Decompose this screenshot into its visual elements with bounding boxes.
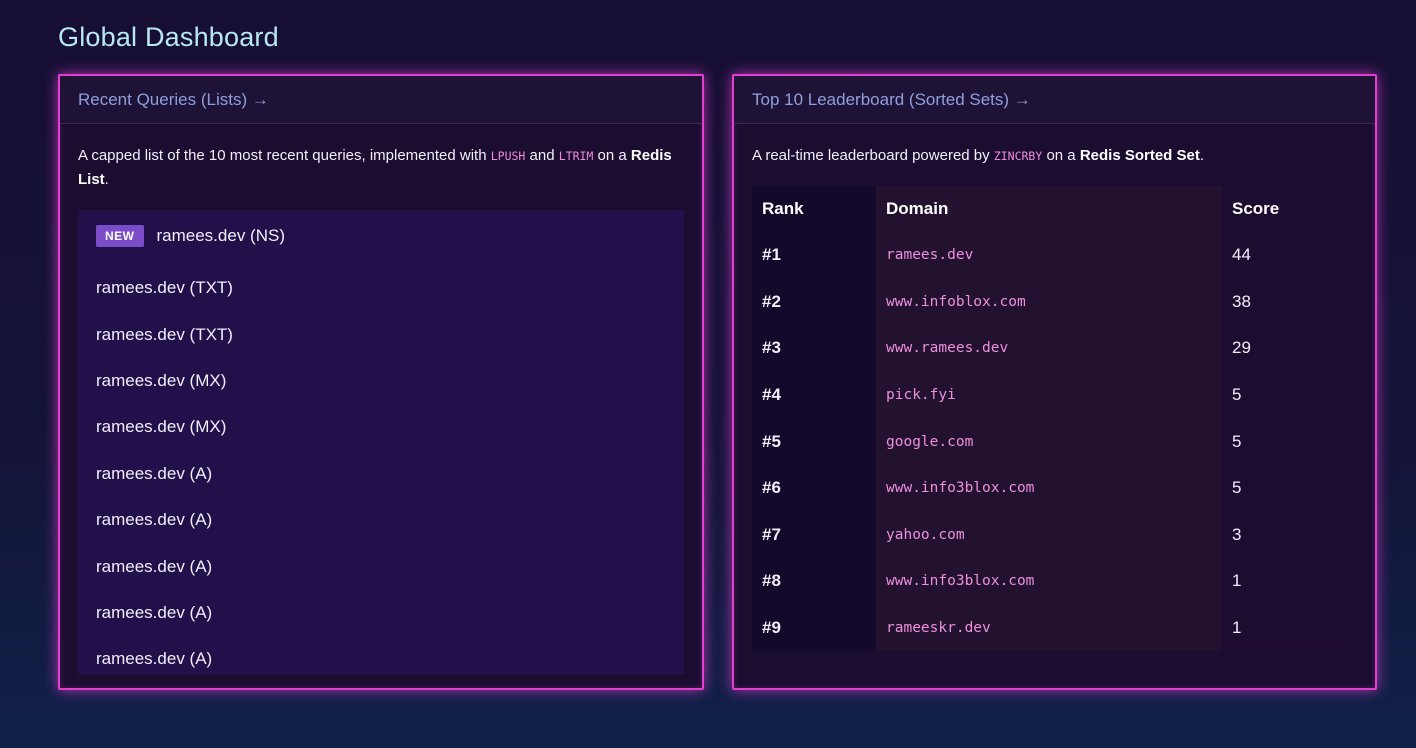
leaderboard-description: A real-time leaderboard powered by ZINCR…: [752, 147, 1205, 164]
table-row: #2 www.infoblox.com 38: [752, 278, 1357, 326]
domain-cell: ramees.dev: [876, 232, 1222, 279]
score-column-header: Score: [1222, 186, 1357, 232]
list-item: ramees.dev (A): [78, 451, 684, 497]
query-text: ramees.dev (A): [96, 649, 213, 669]
score-cell: 29: [1222, 325, 1357, 372]
score-cell: 5: [1222, 464, 1357, 512]
domain-cell: www.ramees.dev: [876, 325, 1222, 372]
query-text: ramees.dev (A): [96, 556, 213, 576]
query-text: ramees.dev (A): [96, 510, 213, 530]
query-text: ramees.dev (TXT): [96, 278, 233, 298]
rank-cell: #4: [752, 371, 876, 419]
recent-queries-description: A capped list of the 10 most recent quer…: [78, 147, 672, 188]
table-row: #8 www.info3blox.com 1: [752, 558, 1357, 605]
table-row: #4 pick.fyi 5: [752, 371, 1357, 419]
domain-cell: yahoo.com: [876, 511, 1222, 559]
table-row: #7 yahoo.com 3: [752, 511, 1357, 559]
lpush-code: LPUSH: [490, 149, 526, 163]
score-cell: 38: [1222, 278, 1357, 326]
list-item: ramees.dev (A): [78, 636, 684, 682]
table-row: #5 google.com 5: [752, 418, 1357, 465]
recent-queries-header: Recent Queries (Lists) →: [60, 76, 702, 124]
domain-cell: pick.fyi: [876, 371, 1222, 419]
redis-sorted-set-label: Redis Sorted Set: [1079, 147, 1200, 164]
rank-cell: #3: [752, 325, 876, 372]
list-item: ramees.dev (A): [78, 497, 684, 543]
table-row: #6 www.info3blox.com 5: [752, 464, 1357, 512]
ltrim-code: LTRIM: [558, 149, 594, 163]
table-row: #9 rameeskr.dev 1: [752, 604, 1357, 652]
recent-queries-list: NEW ramees.dev (NS) ramees.dev (TXT) ram…: [78, 210, 684, 674]
score-cell: 5: [1222, 418, 1357, 465]
rank-cell: #9: [752, 604, 876, 652]
zincrby-code: ZINCRBY: [993, 149, 1043, 163]
recent-queries-link[interactable]: Recent Queries (Lists) →: [78, 90, 269, 110]
domain-cell: www.info3blox.com: [876, 558, 1222, 605]
domain-cell: google.com: [876, 418, 1222, 465]
leaderboard-link[interactable]: Top 10 Leaderboard (Sorted Sets) →: [752, 90, 1031, 110]
domain-cell: www.infoblox.com: [876, 278, 1222, 326]
domain-cell: rameeskr.dev: [876, 604, 1222, 652]
list-item: ramees.dev (TXT): [78, 265, 684, 311]
list-item: NEW ramees.dev (NS): [78, 220, 684, 251]
table-header-row: Rank Domain Score: [752, 186, 1357, 232]
query-text: ramees.dev (A): [96, 463, 213, 483]
list-item: ramees.dev (TXT): [78, 311, 684, 357]
domain-column-header: Domain: [876, 186, 1222, 232]
leaderboard-panel: Top 10 Leaderboard (Sorted Sets) → A rea…: [732, 74, 1377, 690]
rank-cell: #2: [752, 278, 876, 326]
rank-cell: #7: [752, 511, 876, 559]
leaderboard-table: Rank Domain Score #1 ramees.dev 44 #2 ww…: [752, 186, 1357, 652]
list-item: ramees.dev (MX): [78, 404, 684, 450]
query-text: ramees.dev (MX): [96, 417, 227, 437]
score-cell: 1: [1222, 604, 1357, 652]
list-item: ramees.dev (A): [78, 590, 684, 636]
rank-cell: #5: [752, 418, 876, 465]
leaderboard-header: Top 10 Leaderboard (Sorted Sets) →: [734, 76, 1375, 124]
query-text: ramees.dev (A): [96, 602, 213, 622]
list-item: ramees.dev (MX): [78, 358, 684, 404]
table-row: #3 www.ramees.dev 29: [752, 325, 1357, 372]
rank-cell: #8: [752, 558, 876, 605]
score-cell: 44: [1222, 232, 1357, 279]
list-item: ramees.dev (A): [78, 543, 684, 589]
score-cell: 3: [1222, 511, 1357, 559]
query-text: ramees.dev (MX): [96, 370, 227, 390]
page-title: Global Dashboard: [58, 22, 279, 52]
query-text: ramees.dev (NS): [156, 225, 285, 245]
recent-queries-panel: Recent Queries (Lists) → A capped list o…: [58, 74, 704, 690]
domain-cell: www.info3blox.com: [876, 464, 1222, 512]
query-text: ramees.dev (TXT): [96, 324, 233, 344]
rank-cell: #6: [752, 464, 876, 512]
score-cell: 1: [1222, 558, 1357, 605]
rank-cell: #1: [752, 232, 876, 279]
score-cell: 5: [1222, 371, 1357, 419]
rank-column-header: Rank: [752, 186, 876, 232]
new-badge: NEW: [96, 224, 144, 247]
table-row: #1 ramees.dev 44: [752, 232, 1357, 279]
